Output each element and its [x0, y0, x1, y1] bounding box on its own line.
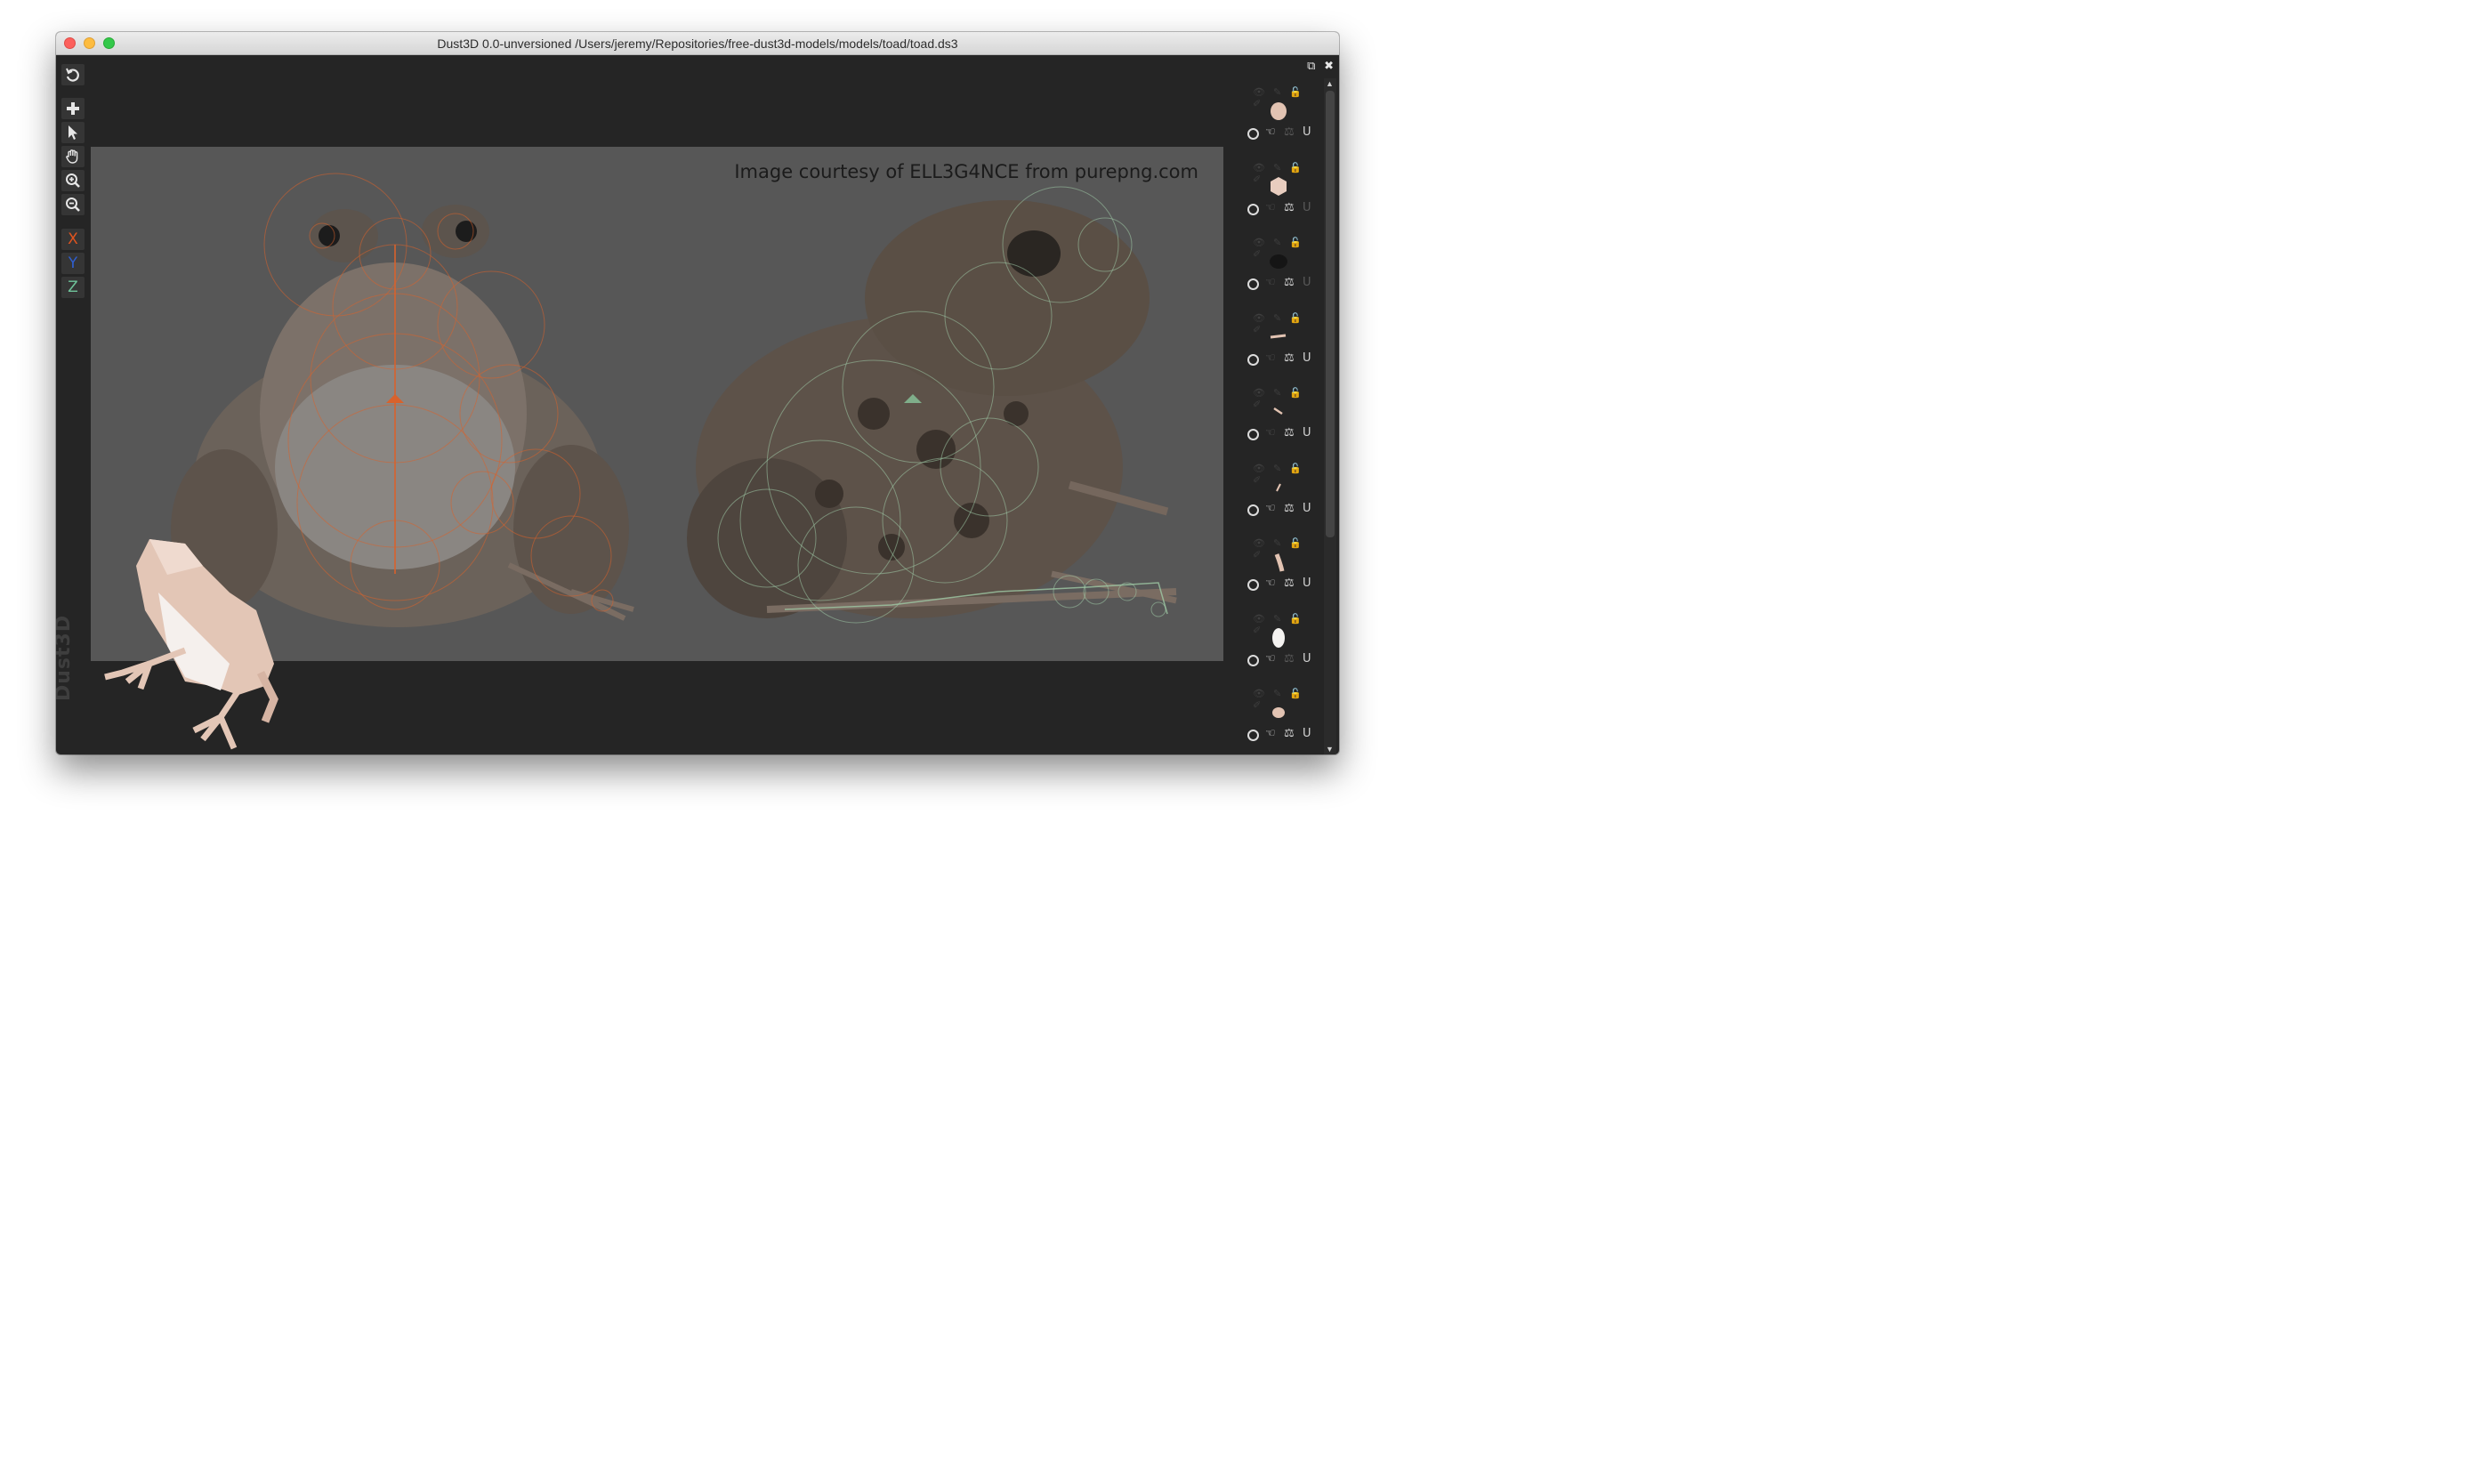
zoom-in-button[interactable]	[61, 170, 85, 191]
parts-panel: 👁✎🔓✐ ☜ ⚖ U 👁✎🔓✐ ☜ ⚖ U 👁✎🔓✐ ☜ ⚖ U 👁✎🔓✐ ☜ ⚖ U 👁✎🔓✐ ☜ ⚖ U 👁✎🔓✐ ☜…	[1242, 81, 1322, 753]
magnet-icon[interactable]: U	[1303, 351, 1311, 365]
balance-icon[interactable]: ⚖	[1284, 727, 1295, 740]
mirror-icon[interactable]: ☜	[1265, 426, 1276, 440]
mirror-icon[interactable]: ☜	[1265, 125, 1276, 139]
magnet-icon[interactable]: U	[1303, 125, 1311, 139]
drag-button[interactable]	[61, 146, 85, 167]
balance-icon[interactable]: ⚖	[1284, 426, 1295, 440]
part-options-row: ☜ ⚖ U	[1247, 426, 1319, 442]
part-options-row: ☜ ⚖ U	[1247, 652, 1319, 668]
scroll-up-icon[interactable]: ▲	[1326, 79, 1334, 88]
part-select-radio[interactable]	[1247, 128, 1259, 140]
part-item[interactable]: 👁✎🔓✐ ☜ ⚖ U	[1242, 157, 1322, 231]
mirror-icon[interactable]: ☜	[1265, 276, 1276, 289]
balance-icon[interactable]: ⚖	[1284, 577, 1295, 590]
magnet-icon[interactable]: U	[1303, 652, 1311, 665]
part-item[interactable]: 👁✎🔓✐ ☜ ⚖ U	[1242, 682, 1322, 754]
part-options-row: ☜ ⚖ U	[1247, 276, 1319, 292]
y-axis-button[interactable]: Y	[61, 253, 85, 274]
part-thumbnail[interactable]	[1268, 325, 1289, 348]
part-select-radio[interactable]	[1247, 429, 1259, 440]
brand-watermark: Dust3D	[56, 614, 75, 701]
mirror-icon[interactable]: ☜	[1265, 351, 1276, 365]
add-node-button[interactable]	[61, 98, 85, 119]
part-item[interactable]: 👁✎🔓✐ ☜ ⚖ U	[1242, 307, 1322, 382]
part-item[interactable]: 👁✎🔓✐ ☜ ⚖ U	[1242, 457, 1322, 532]
model-preview[interactable]	[96, 530, 310, 754]
zoom-out-icon	[66, 198, 80, 212]
scroll-down-icon[interactable]: ▼	[1326, 745, 1334, 754]
part-thumbnail[interactable]	[1268, 550, 1289, 573]
magnet-icon[interactable]: U	[1303, 502, 1311, 515]
side-reference-image	[687, 200, 1177, 618]
balance-icon[interactable]: ⚖	[1284, 351, 1295, 365]
pointer-icon	[69, 125, 77, 140]
part-thumbnail[interactable]	[1268, 249, 1289, 272]
part-options-row: ☜ ⚖ U	[1247, 125, 1319, 141]
zoom-in-icon	[66, 173, 80, 188]
part-select-radio[interactable]	[1247, 203, 1259, 215]
part-item[interactable]: 👁✎🔓✐ ☜ ⚖ U	[1242, 532, 1322, 607]
magnet-icon[interactable]: U	[1303, 426, 1311, 440]
balance-icon[interactable]: ⚖	[1284, 652, 1295, 665]
balance-icon[interactable]: ⚖	[1284, 201, 1295, 214]
zoom-out-button[interactable]	[61, 194, 85, 215]
part-thumbnail[interactable]	[1268, 475, 1289, 498]
part-options-row: ☜ ⚖ U	[1247, 502, 1319, 518]
plus-icon	[67, 102, 79, 115]
part-select-radio[interactable]	[1247, 654, 1259, 666]
magnet-icon[interactable]: U	[1303, 201, 1311, 214]
balance-icon[interactable]: ⚖	[1284, 502, 1295, 515]
mirror-icon[interactable]: ☜	[1265, 201, 1276, 214]
part-item[interactable]: 👁✎🔓✐ ☜ ⚖ U	[1242, 231, 1322, 306]
window-title: Dust3D 0.0-unversioned /Users/jeremy/Rep…	[437, 36, 958, 51]
part-options-row: ☜ ⚖ U	[1247, 577, 1319, 593]
part-thumbnail[interactable]	[1268, 99, 1289, 122]
magnet-icon[interactable]: U	[1303, 577, 1311, 590]
select-button[interactable]	[61, 122, 85, 143]
part-select-radio[interactable]	[1247, 278, 1259, 290]
part-select-radio[interactable]	[1247, 730, 1259, 741]
close-panel-icon[interactable]: ✖	[1324, 59, 1334, 72]
image-credit: Image courtesy of ELL3G4NCE from purepng…	[734, 161, 1198, 182]
x-axis-button[interactable]: X	[61, 229, 85, 250]
panel-window-buttons: ⧉ ✖	[1307, 59, 1334, 73]
part-thumbnail[interactable]	[1268, 399, 1289, 423]
part-thumbnail[interactable]	[1268, 700, 1289, 723]
mirror-icon[interactable]: ☜	[1265, 652, 1276, 665]
title-bar: Dust3D 0.0-unversioned /Users/jeremy/Rep…	[56, 32, 1339, 55]
app-window: Dust3D 0.0-unversioned /Users/jeremy/Rep…	[56, 32, 1339, 754]
scroll-thumb[interactable]	[1326, 91, 1335, 537]
part-item[interactable]: 👁✎🔓✐ ☜ ⚖ U	[1242, 382, 1322, 456]
mirror-icon[interactable]: ☜	[1265, 727, 1276, 740]
part-item[interactable]: 👁✎🔓✐ ☜ ⚖ U	[1242, 608, 1322, 682]
part-thumbnail[interactable]	[1268, 625, 1289, 649]
part-select-radio[interactable]	[1247, 504, 1259, 516]
mirror-icon[interactable]: ☜	[1265, 577, 1276, 590]
hand-icon	[66, 149, 78, 164]
part-select-radio[interactable]	[1247, 579, 1259, 591]
part-options-row: ☜ ⚖ U	[1247, 351, 1319, 367]
part-thumbnail[interactable]	[1268, 174, 1289, 198]
undo-icon	[66, 68, 79, 82]
z-axis-button[interactable]: Z	[61, 277, 85, 298]
float-panel-icon[interactable]: ⧉	[1307, 59, 1315, 72]
mirror-icon[interactable]: ☜	[1265, 502, 1276, 515]
part-select-radio[interactable]	[1247, 353, 1259, 366]
balance-icon[interactable]: ⚖	[1284, 276, 1295, 289]
part-options-row: ☜ ⚖ U	[1247, 201, 1319, 217]
magnet-icon[interactable]: U	[1303, 727, 1311, 740]
undo-button[interactable]	[61, 64, 85, 85]
parts-scrollbar[interactable]: ▲ ▼	[1324, 78, 1336, 754]
part-item[interactable]: 👁✎🔓✐ ☜ ⚖ U	[1242, 81, 1322, 156]
magnet-icon[interactable]: U	[1303, 276, 1311, 289]
balance-icon[interactable]: ⚖	[1284, 125, 1295, 139]
part-options-row: ☜ ⚖ U	[1247, 727, 1319, 743]
